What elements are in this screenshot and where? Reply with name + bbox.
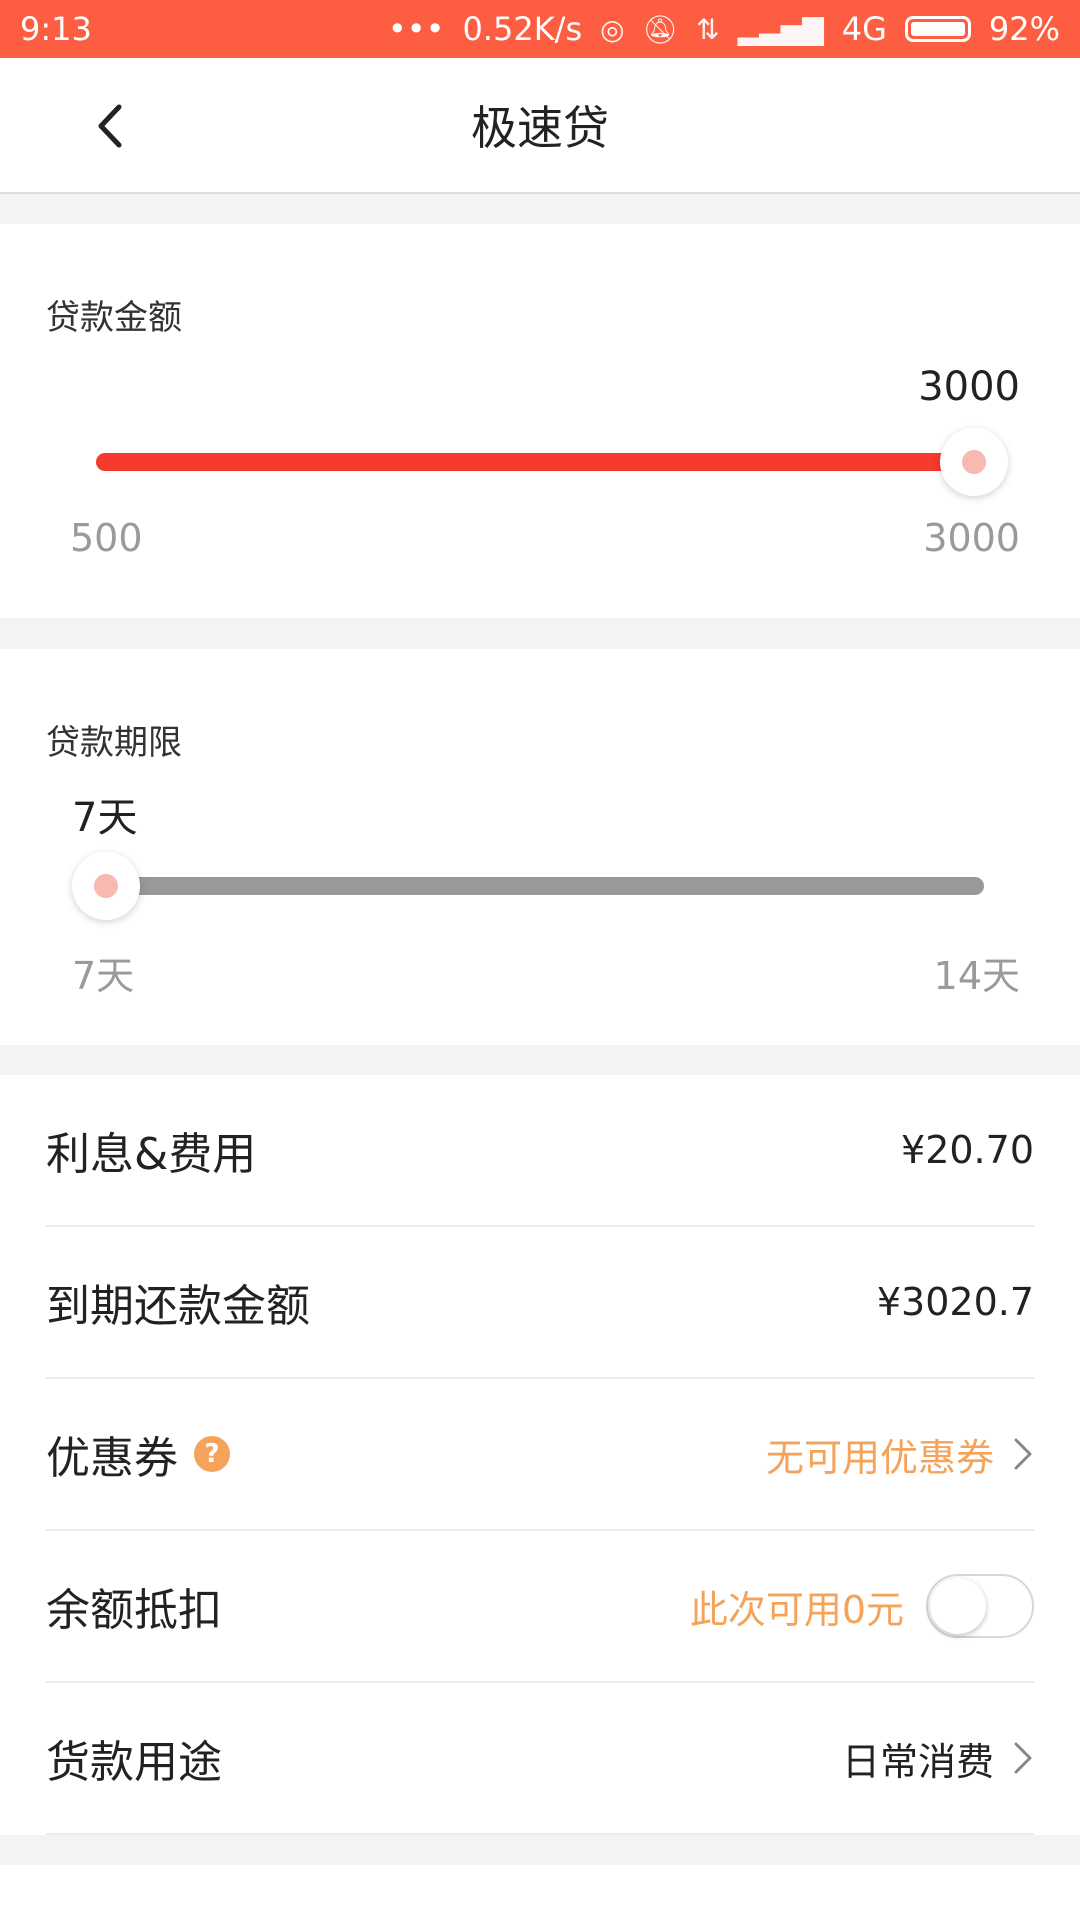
- loan-term-track[interactable]: [106, 877, 984, 895]
- loan-details-card: 利息&费用 ¥20.70 到期还款金额 ¥3020.7 优惠券 ? 无可用优惠券…: [0, 1075, 1080, 1835]
- coupon-label: 优惠券: [46, 1433, 178, 1484]
- coupon-value: 无可用优惠券: [765, 1435, 994, 1480]
- page-title: 极速贷: [471, 101, 609, 155]
- status-time: 9:13: [20, 10, 92, 48]
- hotspot-icon: ◎: [600, 12, 625, 46]
- balance-row: 余额抵扣 此次可用0元: [46, 1531, 1034, 1683]
- balance-value-group: 此次可用0元: [690, 1574, 1034, 1638]
- more-dots: •••: [387, 10, 445, 48]
- coupon-label-group: 优惠券 ?: [46, 1422, 230, 1486]
- status-indicators: ••• 0.52K/s ◎ 🔕︎ ⇅ ▂▃▅▇ 4G 92%: [388, 10, 1060, 48]
- data-arrows-icon: ⇅: [696, 12, 720, 46]
- slider-thumb-dot: [94, 874, 118, 898]
- purpose-row[interactable]: 货款用途 日常消费: [46, 1683, 1034, 1835]
- balance-value: 此次可用0元: [689, 1587, 904, 1632]
- loan-amount-min: 500: [70, 516, 143, 560]
- loan-amount-max: 3000: [923, 516, 1020, 560]
- purpose-value-group: 日常消费: [842, 1731, 1034, 1786]
- nav-header: 极速贷: [0, 58, 1080, 194]
- loan-term-slider-thumb[interactable]: [72, 852, 140, 920]
- loan-amount-track[interactable]: [96, 453, 978, 471]
- network-type: 4G: [841, 10, 887, 48]
- purpose-label: 货款用途: [46, 1737, 222, 1788]
- loan-term-min: 7天: [72, 954, 135, 998]
- repay-row: 到期还款金额 ¥3020.7: [46, 1227, 1034, 1379]
- battery-icon: [904, 16, 971, 42]
- status-bar: 9:13 ••• 0.52K/s ◎ 🔕︎ ⇅ ▂▃▅▇ 4G 92%: [0, 0, 1080, 58]
- loan-amount-label: 贷款金额: [46, 298, 182, 338]
- loan-term-max: 14天: [933, 954, 1020, 998]
- help-icon[interactable]: ?: [194, 1436, 230, 1472]
- chevron-right-icon: [1014, 1742, 1032, 1774]
- coupon-row[interactable]: 优惠券 ? 无可用优惠券: [46, 1379, 1034, 1531]
- interest-row: 利息&费用 ¥20.70: [46, 1075, 1034, 1227]
- network-speed: 0.52K/s: [462, 10, 583, 48]
- coupon-value-group: 无可用优惠券: [766, 1427, 1034, 1482]
- repay-label: 到期还款金额: [46, 1281, 310, 1332]
- loan-amount-card: 贷款金额 3000 500 3000: [0, 224, 1080, 618]
- loan-term-card: 贷款期限 7天 7天 14天: [0, 649, 1080, 1045]
- loan-term-value: 7天: [72, 795, 138, 841]
- loan-amount-slider-thumb[interactable]: [940, 428, 1008, 496]
- mute-bell-icon: 🔕︎: [642, 12, 679, 46]
- signal-icon: ▂▃▅▇: [737, 12, 824, 46]
- interest-label: 利息&费用: [46, 1129, 257, 1180]
- toggle-knob: [930, 1578, 986, 1634]
- balance-label: 余额抵扣: [46, 1585, 222, 1636]
- battery-percent: 92%: [988, 10, 1060, 48]
- interest-value: ¥20.70: [901, 1128, 1034, 1172]
- loan-amount-value: 3000: [918, 364, 1020, 410]
- loan-term-label: 贷款期限: [46, 723, 182, 763]
- repay-value: ¥3020.7: [876, 1280, 1034, 1324]
- slider-thumb-dot: [962, 450, 986, 474]
- chevron-right-icon: [1014, 1438, 1032, 1470]
- purpose-value: 日常消费: [841, 1739, 994, 1784]
- bottom-area: [0, 1865, 1080, 1920]
- balance-toggle[interactable]: [926, 1574, 1034, 1638]
